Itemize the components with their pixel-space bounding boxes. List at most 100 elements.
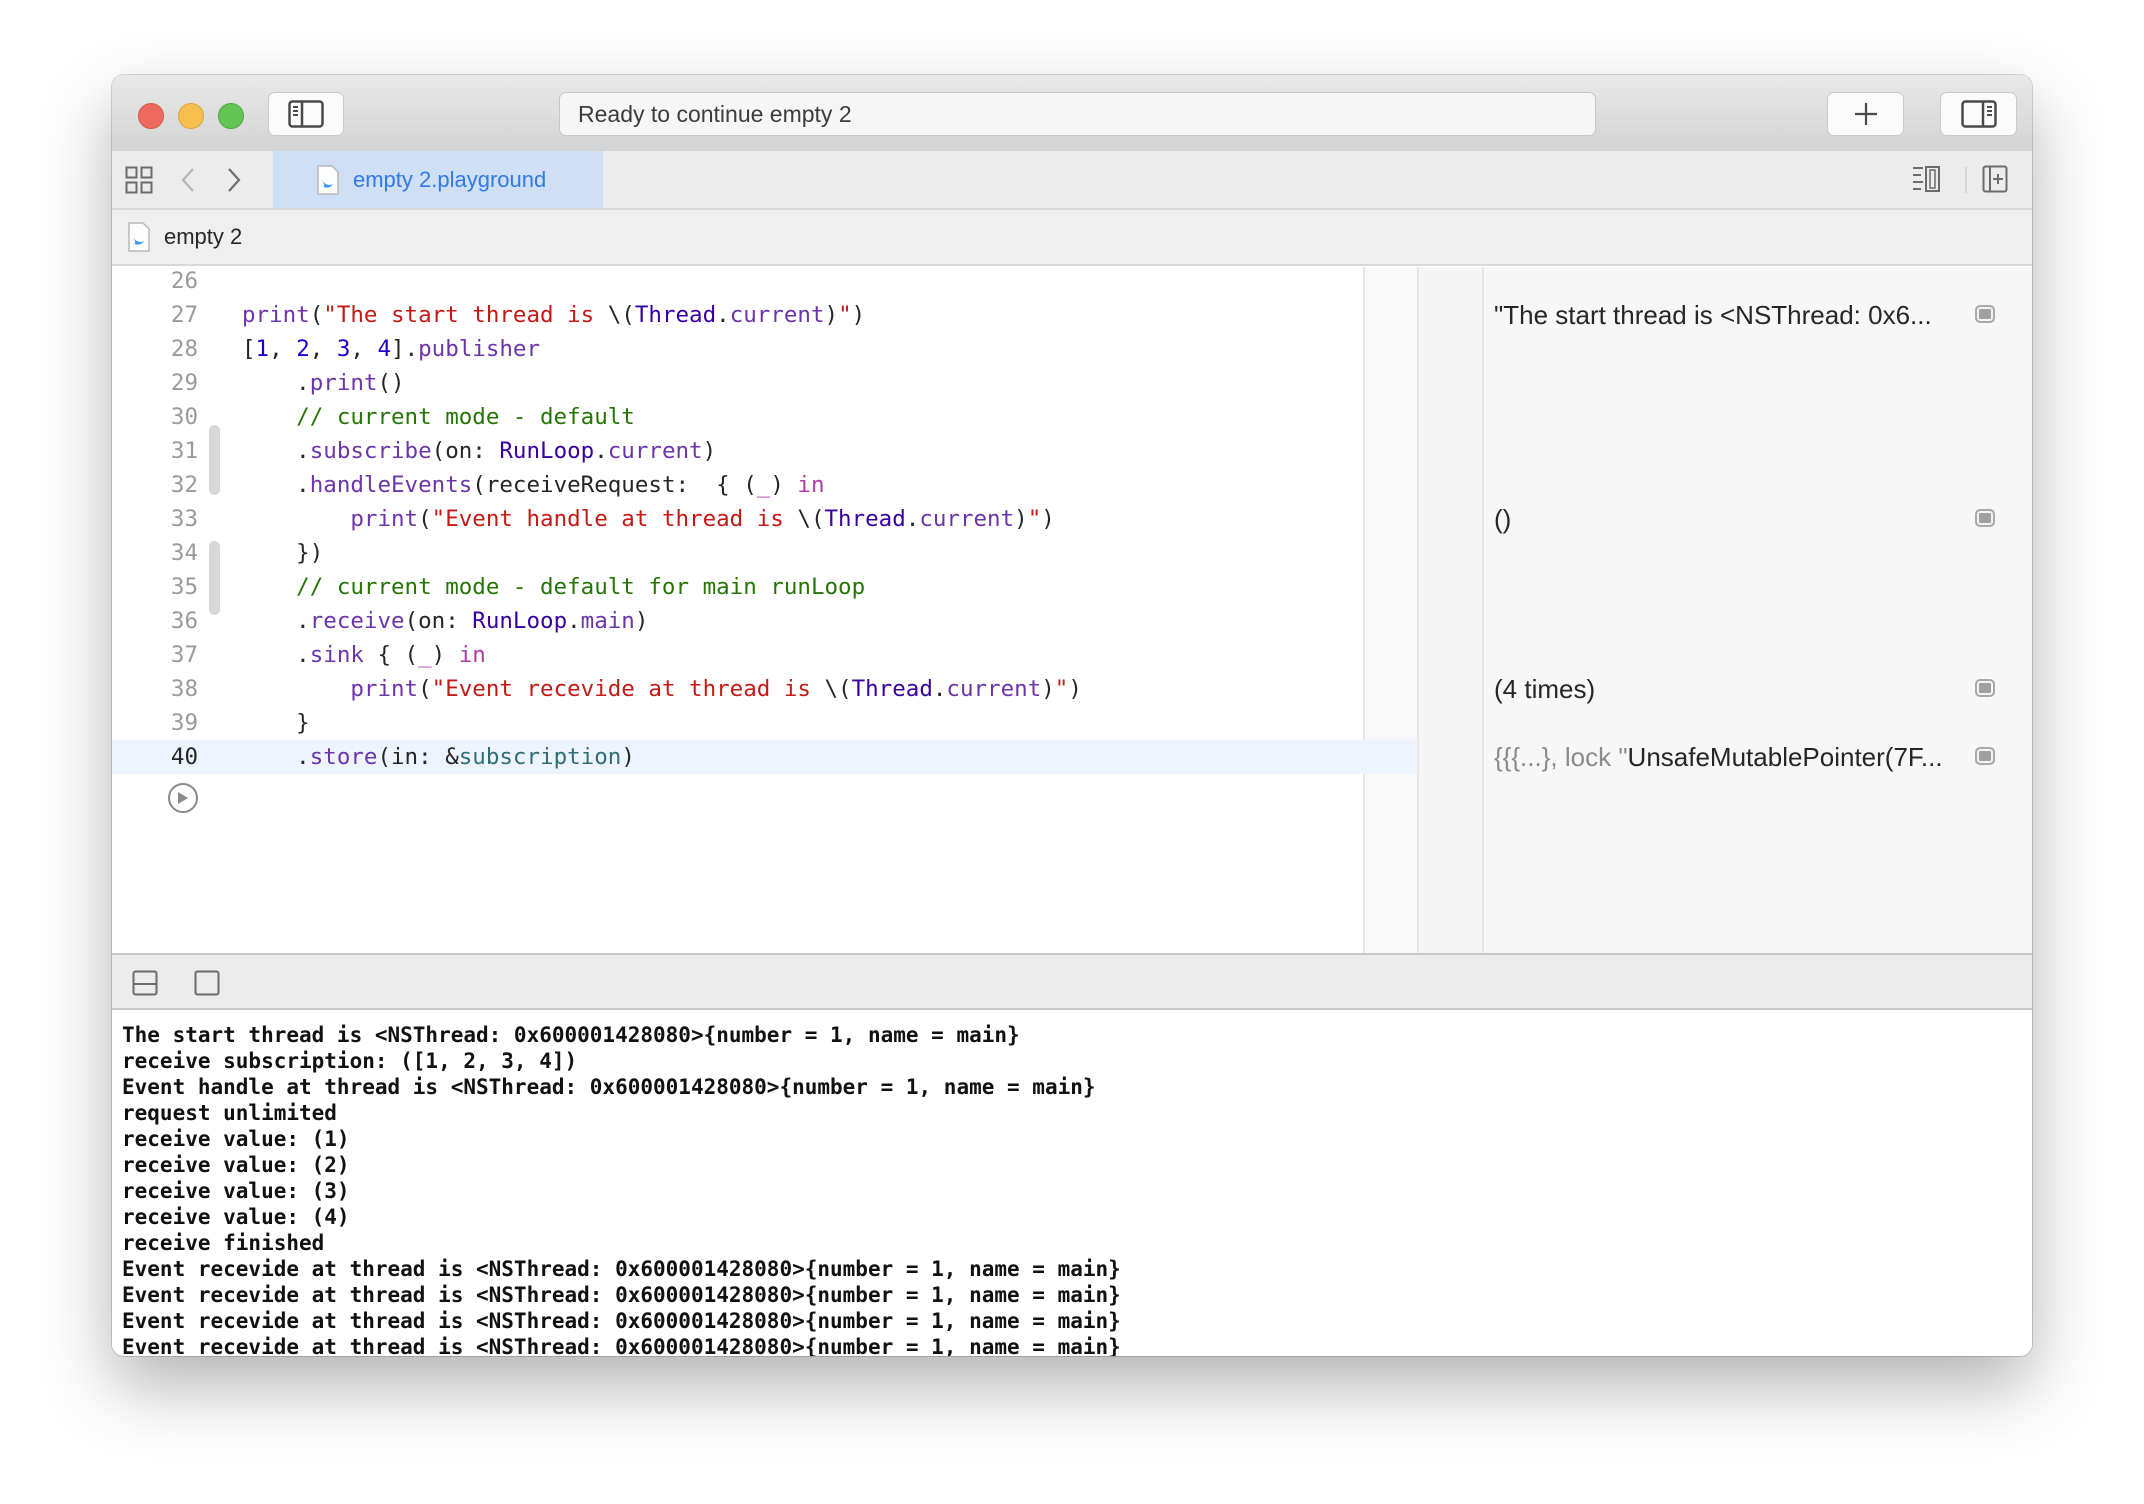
result-value-prefix: {{{...}, lock " xyxy=(1494,742,1628,772)
console-line: Event handle at thread is <NSThread: 0x6… xyxy=(122,1075,1096,1099)
code-token: ( xyxy=(309,302,324,328)
line-number: 31 xyxy=(170,438,198,464)
line-number: 35 xyxy=(170,574,198,600)
code-token: receive xyxy=(309,608,405,634)
swift-file-icon xyxy=(128,222,150,252)
tab-bar: empty 2.playground xyxy=(112,151,2032,210)
inspector-toggle-button[interactable] xyxy=(1940,92,2017,136)
code-review-button[interactable] xyxy=(1909,164,1949,194)
code-token: (receiveRequest: { ( xyxy=(472,472,757,498)
minimap-icon xyxy=(1913,166,1940,192)
code-token: ) xyxy=(1014,506,1028,532)
code-line[interactable]: 39 } xyxy=(112,706,1417,740)
result-value-text: (4 times) xyxy=(1494,674,1596,704)
line-number: 27 xyxy=(170,302,198,328)
code-token: , xyxy=(269,336,297,362)
navigator-toggle-button[interactable] xyxy=(268,92,344,136)
console-output[interactable]: The start thread is <NSThread: 0x6000014… xyxy=(112,1010,2032,1356)
fold-ribbon[interactable] xyxy=(209,425,220,495)
code-token: Thread xyxy=(851,676,933,702)
result-value: () xyxy=(1494,502,1974,536)
close-window-button[interactable] xyxy=(138,103,164,129)
code-token: subscription xyxy=(458,744,622,770)
code-text: .subscribe(on: RunLoop.current) xyxy=(242,434,716,468)
code-line[interactable]: 40 .store(in: &subscription) xyxy=(112,740,1417,774)
code-line[interactable]: 34 }) xyxy=(112,536,1417,570)
related-items-button[interactable] xyxy=(124,165,154,195)
code-token: (in: & xyxy=(377,744,459,770)
result-row: {{{...}, lock "UnsafeMutablePointer(7F..… xyxy=(1494,740,2004,774)
code-text: [1, 2, 3, 4].publisher xyxy=(242,332,540,366)
code-token: { ( xyxy=(363,642,419,668)
result-value-text: "The start thread is <NSThread: 0x6... xyxy=(1494,300,1932,330)
code-line[interactable]: 35 // current mode - default for main ru… xyxy=(112,570,1417,604)
back-button[interactable] xyxy=(176,165,200,195)
minimize-window-button[interactable] xyxy=(178,103,204,129)
line-number: 37 xyxy=(170,642,198,668)
console-line: receive value: (4) xyxy=(122,1205,350,1229)
code-line[interactable]: 38 print("Event recevide at thread is \(… xyxy=(112,672,1417,706)
code-token: ) xyxy=(770,472,798,498)
hide-debug-area-button[interactable] xyxy=(130,969,160,997)
forward-button[interactable] xyxy=(222,165,246,195)
code-token: . xyxy=(242,744,310,770)
code-token: ) xyxy=(851,302,866,328)
code-token: sink xyxy=(309,642,364,668)
show-result-icon[interactable] xyxy=(1975,747,1995,765)
code-text: .handleEvents(receiveRequest: { (_) in xyxy=(242,468,824,502)
result-value-text: UnsafeMutablePointer(7F... xyxy=(1627,742,1943,772)
library-button[interactable] xyxy=(1827,92,1904,136)
code-line[interactable]: 37 .sink { (_) in xyxy=(112,638,1417,672)
result-value: {{{...}, lock "UnsafeMutablePointer(7F..… xyxy=(1494,740,1974,774)
add-editor-button[interactable] xyxy=(1978,164,2012,194)
code-line[interactable]: 30 // current mode - default xyxy=(112,400,1417,434)
code-token: ) xyxy=(1068,676,1082,702)
show-result-icon[interactable] xyxy=(1975,679,1995,697)
code-line[interactable]: 28 [1, 2, 3, 4].publisher xyxy=(112,332,1417,366)
jump-bar: empty 2 xyxy=(112,210,2032,266)
tab-label: empty 2.playground xyxy=(353,166,547,192)
code-line[interactable]: 29 .print() xyxy=(112,366,1417,400)
code-token: RunLoop xyxy=(499,438,595,464)
tab-empty-2-playground[interactable]: empty 2.playground xyxy=(273,151,603,208)
code-token: ) xyxy=(1041,506,1055,532)
line-number: 28 xyxy=(170,336,198,362)
show-result-icon[interactable] xyxy=(1975,305,1995,323)
code-line[interactable]: 27 print("The start thread is \(Thread.cu… xyxy=(112,298,1417,332)
code-line[interactable]: 31 .subscribe(on: RunLoop.current) xyxy=(112,434,1417,468)
code-text: } xyxy=(242,706,310,740)
code-token: main xyxy=(580,608,635,634)
code-token: \( xyxy=(797,506,825,532)
zoom-window-button[interactable] xyxy=(218,103,244,129)
fold-ribbon[interactable] xyxy=(209,541,220,615)
code-line[interactable]: 36 .receive(on: RunLoop.main) xyxy=(112,604,1417,638)
line-number: 26 xyxy=(170,268,198,294)
grid-icon xyxy=(125,166,153,194)
run-playground-button[interactable] xyxy=(168,783,198,813)
variables-view-button[interactable] xyxy=(192,969,222,997)
code-token: publisher xyxy=(418,336,541,362)
show-result-icon[interactable] xyxy=(1975,509,1995,527)
sidebar-right-icon xyxy=(1960,100,1997,128)
code-line[interactable]: 32 .handleEvents(receiveRequest: { (_) i… xyxy=(112,468,1417,502)
code-text: // current mode - default for main runLo… xyxy=(242,570,865,604)
jump-bar-item[interactable]: empty 2 xyxy=(164,224,242,250)
code-token: . xyxy=(242,438,310,464)
result-value: (4 times) xyxy=(1494,672,1974,706)
result-row: () xyxy=(1494,502,2004,536)
results-sidebar xyxy=(1482,267,2032,953)
swift-file-icon xyxy=(317,164,339,195)
code-token: ) xyxy=(431,642,459,668)
code-token: ) xyxy=(702,438,717,464)
line-number: 36 xyxy=(170,608,198,634)
code-text: // current mode - default xyxy=(242,400,635,434)
code-token: print xyxy=(350,676,419,702)
line-number: 33 xyxy=(170,506,198,532)
code-line[interactable]: 33 print("Event handle at thread is \(Th… xyxy=(112,502,1417,536)
plus-icon xyxy=(1854,103,1877,125)
code-text: .sink { (_) in xyxy=(242,638,486,672)
code-token: 3 xyxy=(336,336,351,362)
code-line[interactable]: 26 xyxy=(112,264,1417,298)
code-token: handleEvents xyxy=(309,472,473,498)
code-token: ) xyxy=(621,744,635,770)
